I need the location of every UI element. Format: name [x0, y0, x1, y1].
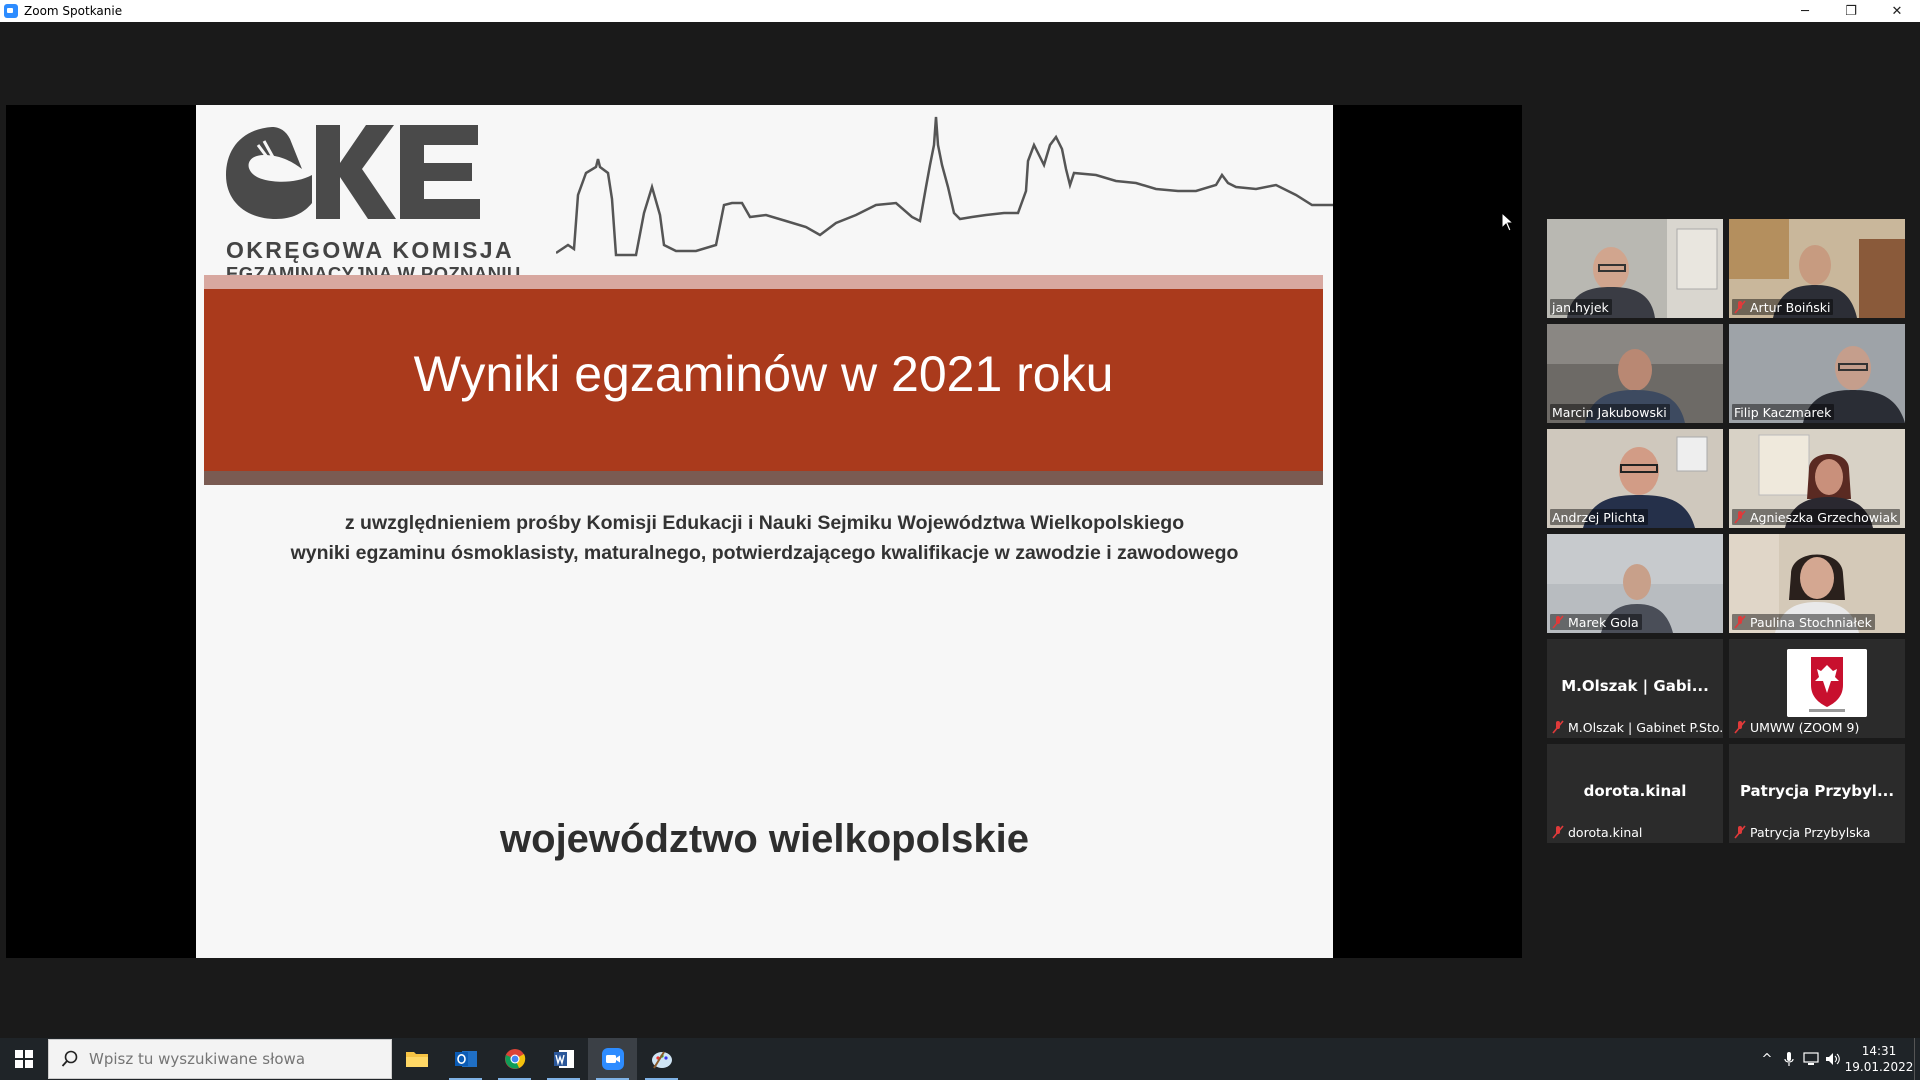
participant-tile[interactable]: Artur Boiński	[1729, 219, 1905, 318]
mic-muted-icon	[1734, 720, 1746, 734]
participant-tile[interactable]: M.Olszak | Gabi... M.Olszak | Gabinet P.…	[1547, 639, 1723, 738]
participant-display-name: dorota.kinal	[1583, 782, 1687, 800]
taskbar-zoom[interactable]	[588, 1038, 637, 1080]
participant-name: Marek Gola	[1568, 614, 1639, 630]
participant-name-row: UMWW (ZOOM 9)	[1732, 719, 1862, 735]
title-band: Wyniki egzaminów w 2021 roku	[204, 275, 1323, 485]
oke-logo: OKRĘGOWA KOMISJA EGZAMINACYJNA W POZNANI…	[224, 115, 520, 285]
taskbar-chrome[interactable]	[490, 1038, 539, 1080]
coat-of-arms-icon	[1787, 649, 1867, 717]
outlook-icon	[454, 1051, 477, 1067]
mic-muted-icon	[1552, 720, 1564, 734]
show-desktop-button[interactable]	[1914, 1038, 1920, 1080]
mic-muted-icon	[1552, 615, 1564, 629]
participant-tile[interactable]: Paulina Stochniałek	[1729, 534, 1905, 633]
mic-muted-icon	[1734, 510, 1746, 524]
zoom-icon	[601, 1048, 624, 1070]
participant-display-name: M.Olszak | Gabi...	[1561, 677, 1709, 695]
chrome-icon	[504, 1049, 525, 1069]
participant-tile[interactable]: Andrzej Plichta	[1547, 429, 1723, 528]
shared-screen[interactable]: OKRĘGOWA KOMISJA EGZAMINACYJNA W POZNANI…	[6, 105, 1522, 958]
presentation-slide: OKRĘGOWA KOMISJA EGZAMINACYJNA W POZNANI…	[196, 105, 1333, 958]
start-button[interactable]	[0, 1038, 48, 1080]
subtitle-line-1: z uwzględnieniem prośby Komisji Edukacji…	[344, 512, 1185, 534]
window-controls: ─ ❐ ✕	[1782, 0, 1920, 22]
participant-name-row: Artur Boiński	[1732, 299, 1834, 315]
participant-name: UMWW (ZOOM 9)	[1750, 719, 1860, 735]
participant-name-row: Paulina Stochniałek	[1732, 614, 1875, 630]
participant-name-row: Agnieszka Grzechowiak	[1732, 509, 1901, 525]
participant-tile[interactable]: UMWW (ZOOM 9)	[1729, 639, 1905, 738]
participant-name-row: Filip Kaczmarek	[1732, 404, 1835, 420]
participant-name: Filip Kaczmarek	[1734, 404, 1832, 420]
system-tray: ^ 14:31 19.01.2022	[1756, 1038, 1920, 1080]
paint-icon	[651, 1051, 672, 1069]
slide-title: Wyniki egzaminów w 2021 roku	[413, 346, 1114, 402]
participant-tile[interactable]: jan.hyjek	[1547, 219, 1723, 318]
clock-time: 14:31	[1861, 1044, 1897, 1058]
participant-name-row: jan.hyjek	[1550, 299, 1612, 315]
slide-region: województwo wielkopolskie	[500, 817, 1029, 861]
taskbar-file-explorer[interactable]	[392, 1038, 441, 1080]
windows-taskbar: ^ 14:31 19.01.2022	[0, 1038, 1920, 1080]
slide-subtitle: z uwzględnieniem prośby Komisji Edukacji…	[196, 508, 1333, 568]
participant-name: Andrzej Plichta	[1552, 509, 1646, 525]
zoom-app-icon	[4, 4, 18, 18]
participant-name-row: M.Olszak | Gabinet P.Sto...	[1550, 719, 1723, 735]
mic-muted-icon	[1734, 300, 1746, 314]
close-button[interactable]: ✕	[1874, 0, 1920, 22]
taskbar-outlook[interactable]	[441, 1038, 490, 1080]
taskbar-word[interactable]	[539, 1038, 588, 1080]
participant-display-name: Patrycja Przybyl...	[1739, 782, 1895, 800]
search-input[interactable]	[89, 1050, 369, 1068]
restore-button[interactable]: ❐	[1828, 0, 1874, 22]
word-icon	[553, 1050, 574, 1068]
clock-date: 19.01.2022	[1844, 1060, 1914, 1074]
volume-icon[interactable]	[1822, 1038, 1844, 1080]
oke-logo-mark	[226, 125, 480, 219]
network-icon[interactable]	[1800, 1038, 1822, 1080]
taskbar-search[interactable]	[48, 1039, 392, 1079]
mic-muted-icon	[1734, 825, 1746, 839]
participant-name: dorota.kinal	[1568, 824, 1643, 840]
meeting-area: OKRĘGOWA KOMISJA EGZAMINACYJNA W POZNANI…	[0, 22, 1920, 1038]
microphone-icon[interactable]	[1778, 1038, 1800, 1080]
window-titlebar: Zoom Spotkanie ─ ❐ ✕	[0, 0, 1920, 22]
participant-name-row: Marcin Jakubowski	[1550, 404, 1670, 420]
participant-name-row: dorota.kinal	[1550, 824, 1645, 840]
search-icon	[61, 1050, 78, 1067]
participant-name-row: Andrzej Plichta	[1550, 509, 1649, 525]
tray-overflow-chevron-icon[interactable]: ^	[1756, 1038, 1778, 1080]
participant-tile[interactable]: Filip Kaczmarek	[1729, 324, 1905, 423]
participant-tile[interactable]: Patrycja Przybyl... Patrycja Przybylska	[1729, 744, 1905, 843]
windows-logo-icon	[15, 1050, 33, 1068]
participant-tile[interactable]: dorota.kinal dorota.kinal	[1547, 744, 1723, 843]
participant-tile[interactable]: Agnieszka Grzechowiak	[1729, 429, 1905, 528]
window-title: Zoom Spotkanie	[24, 4, 123, 18]
participant-name: M.Olszak | Gabinet P.Sto...	[1568, 719, 1723, 735]
participant-name: Artur Boiński	[1750, 299, 1831, 315]
mic-muted-icon	[1734, 615, 1746, 629]
participant-name: Marcin Jakubowski	[1552, 404, 1667, 420]
participant-tile-active-speaker[interactable]: Marcin Jakubowski	[1547, 324, 1723, 423]
taskbar-clock[interactable]: 14:31 19.01.2022	[1844, 1043, 1914, 1075]
taskbar-paint[interactable]	[637, 1038, 686, 1080]
subtitle-line-2: wyniki egzaminu ósmoklasisty, maturalneg…	[290, 542, 1239, 564]
participant-tile[interactable]: Marek Gola	[1547, 534, 1723, 633]
participant-name: Agnieszka Grzechowiak	[1750, 509, 1898, 525]
participant-name: Paulina Stochniałek	[1750, 614, 1872, 630]
participant-name: Patrycja Przybylska	[1750, 824, 1871, 840]
folder-icon	[405, 1052, 428, 1067]
band-top-stripe	[204, 275, 1323, 289]
mic-muted-icon	[1552, 825, 1564, 839]
mouse-cursor-icon	[1501, 212, 1515, 232]
city-skyline-graphic	[556, 116, 1333, 257]
participant-name-row: Marek Gola	[1550, 614, 1642, 630]
participant-name: jan.hyjek	[1552, 299, 1609, 315]
participant-name-row: Patrycja Przybylska	[1732, 824, 1873, 840]
minimize-button[interactable]: ─	[1782, 0, 1828, 22]
logo-text-line1: OKRĘGOWA KOMISJA	[226, 237, 515, 263]
band-bottom-stripe	[204, 471, 1323, 485]
